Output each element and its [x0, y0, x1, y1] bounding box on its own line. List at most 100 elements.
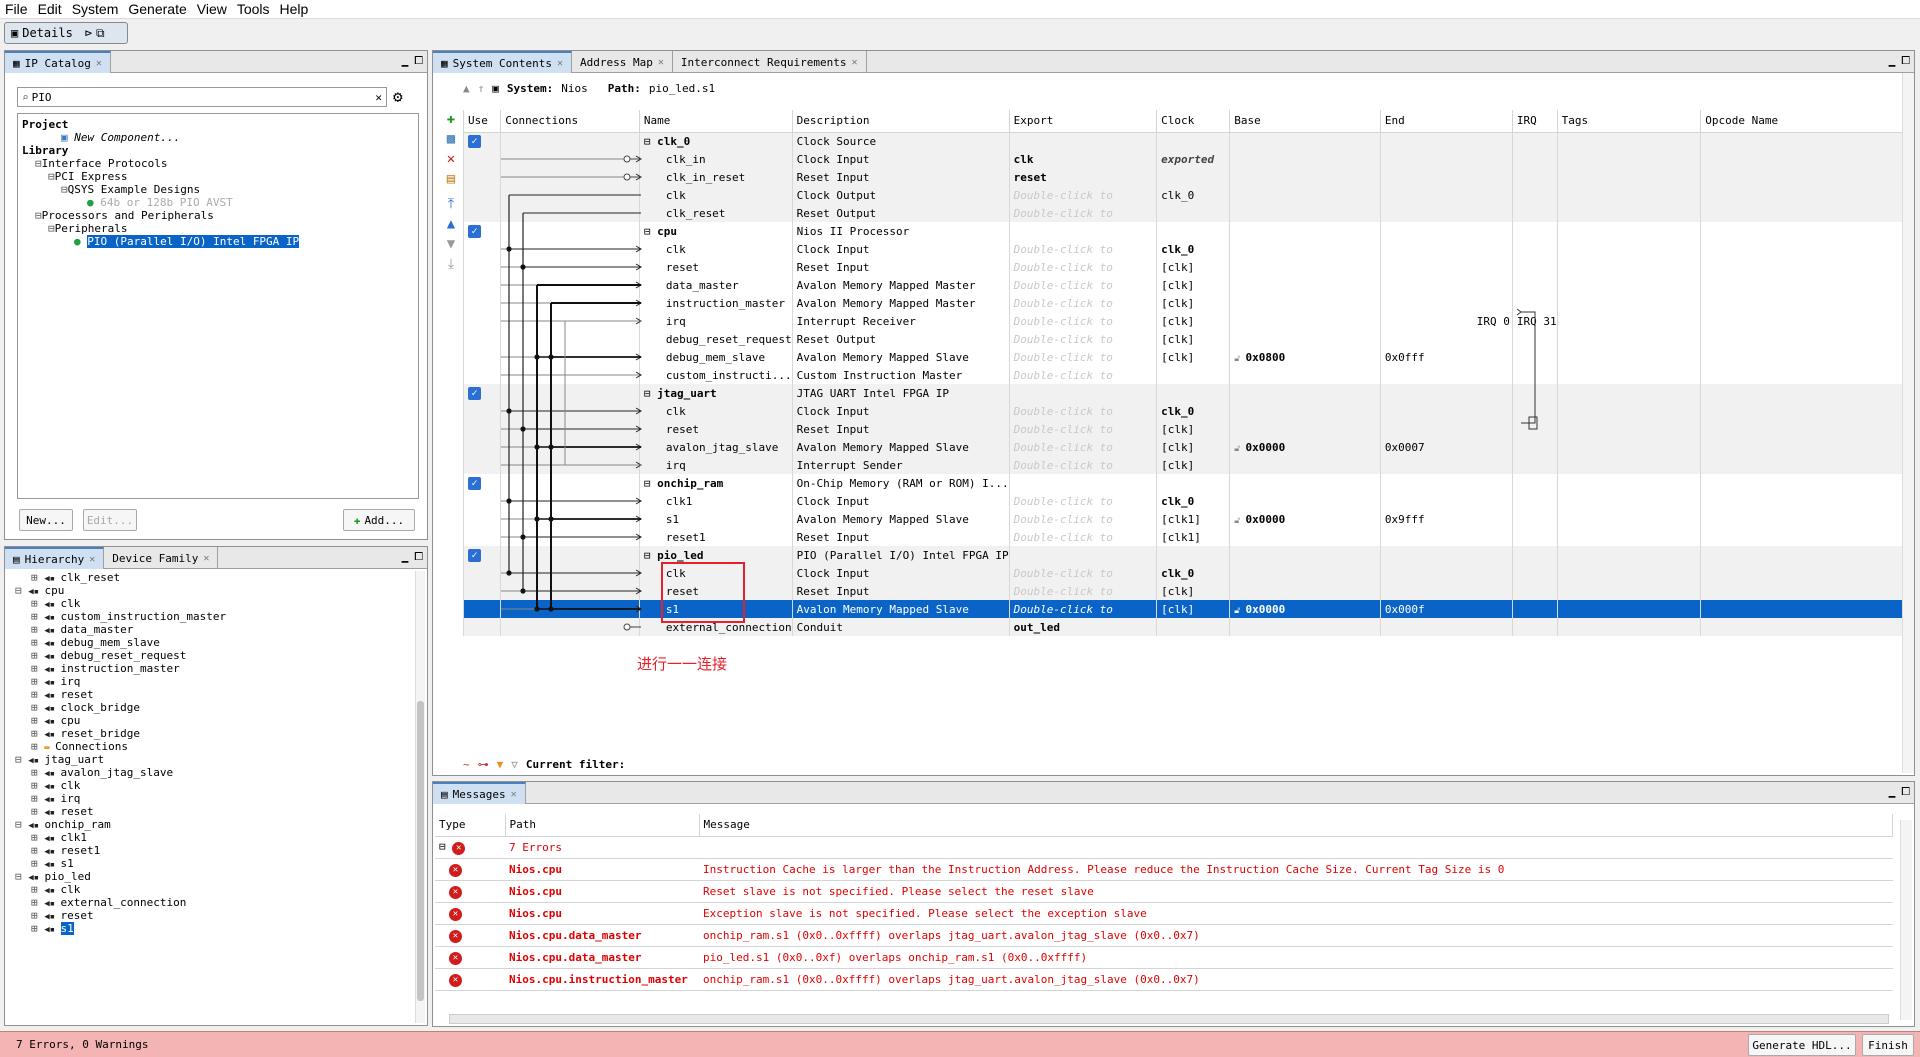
- close-icon[interactable]: ✕: [511, 789, 517, 800]
- name-cell[interactable]: external_connection: [638, 618, 793, 636]
- export-cell[interactable]: Double-click to: [1008, 582, 1158, 600]
- tags-cell[interactable]: [1556, 222, 1702, 240]
- expand-icon[interactable]: ⊞: [31, 740, 44, 753]
- irq-cell[interactable]: [1511, 258, 1558, 276]
- irq-cell[interactable]: [1511, 528, 1558, 546]
- clock-cell[interactable]: [1156, 132, 1231, 150]
- tags-cell[interactable]: [1556, 204, 1702, 222]
- table-row[interactable]: clk_in_reset Reset Input reset: [462, 168, 1911, 186]
- opcode-cell[interactable]: [1700, 564, 1911, 582]
- hierarchy-item[interactable]: ⊞ ◀▪ external_connection: [31, 896, 186, 909]
- tags-cell[interactable]: [1556, 348, 1702, 366]
- hierarchy-item[interactable]: ⊞ ◀▪ reset_bridge: [31, 727, 140, 740]
- menu-item-help[interactable]: Help: [275, 1, 314, 17]
- tags-cell[interactable]: [1556, 240, 1702, 258]
- connections-cell[interactable]: [500, 312, 640, 330]
- close-icon[interactable]: ✕: [89, 554, 95, 565]
- clock-cell[interactable]: [1156, 384, 1231, 402]
- ip-tree-item[interactable]: ⊟PCI Express: [48, 170, 127, 183]
- export-cell[interactable]: [1008, 546, 1158, 564]
- tags-cell[interactable]: [1556, 276, 1702, 294]
- clock-cell[interactable]: [clk]: [1156, 312, 1231, 330]
- expand-icon[interactable]: ⊟: [48, 222, 55, 235]
- expand-icon[interactable]: ⊞: [31, 844, 44, 857]
- maximize-icon[interactable]: ⧠: [414, 54, 423, 68]
- tab-system-contents[interactable]: ▦ System Contents ✕: [433, 51, 572, 73]
- tab-address-map[interactable]: Address Map ✕: [572, 51, 673, 73]
- base-cell[interactable]: 🔓︎ 0x0000: [1229, 600, 1381, 618]
- expand-icon[interactable]: ⊟: [35, 209, 42, 222]
- export-cell[interactable]: Double-click to: [1008, 438, 1158, 456]
- name-cell[interactable]: irq: [638, 312, 793, 330]
- hierarchy-item[interactable]: ⊞ ◀▪ s1: [31, 857, 74, 870]
- expand-icon[interactable]: ⊞: [31, 909, 44, 922]
- use-cell[interactable]: [462, 600, 502, 618]
- table-row[interactable]: custom_instructi... Custom Instruction Ma…: [462, 366, 1911, 384]
- table-row[interactable]: s1 Avalon Memory Mapped Slave Double-click…: [462, 600, 1911, 618]
- connections-cell[interactable]: [500, 438, 640, 456]
- tags-cell[interactable]: [1556, 456, 1702, 474]
- clock-cell[interactable]: [1156, 618, 1231, 636]
- expand-icon[interactable]: ⊞: [31, 571, 44, 584]
- tags-cell[interactable]: [1556, 438, 1702, 456]
- clock-cell[interactable]: [1156, 204, 1231, 222]
- hierarchy-item[interactable]: ⊞ ◀▪ reset: [31, 909, 94, 922]
- irq-cell[interactable]: [1511, 510, 1558, 528]
- base-cell[interactable]: [1229, 582, 1381, 600]
- base-cell[interactable]: 🔓︎ 0x0000: [1229, 510, 1381, 528]
- use-cell[interactable]: [462, 258, 502, 276]
- move-up-icon[interactable]: ▲: [443, 216, 459, 232]
- irq-cell[interactable]: [1511, 600, 1558, 618]
- clock-cell[interactable]: clk_0: [1156, 564, 1231, 582]
- settings-icon[interactable]: ⚙: [393, 87, 403, 106]
- generate-hdl-button[interactable]: Generate HDL...: [1748, 1034, 1856, 1056]
- use-cell[interactable]: [462, 312, 502, 330]
- clock-cell[interactable]: [1156, 474, 1231, 492]
- connections-cell[interactable]: [500, 222, 640, 240]
- base-cell[interactable]: [1229, 402, 1381, 420]
- tab-messages[interactable]: ▤ Messages ✕: [433, 782, 526, 804]
- base-cell[interactable]: [1229, 294, 1381, 312]
- expand-icon[interactable]: ⊞: [31, 597, 44, 610]
- base-cell[interactable]: 🔓︎ 0x0000: [1229, 438, 1381, 456]
- name-cell[interactable]: debug_mem_slave: [638, 348, 793, 366]
- column-header-tags[interactable]: Tags: [1556, 110, 1702, 133]
- export-cell[interactable]: Double-click to: [1008, 402, 1158, 420]
- ip-tree-item[interactable]: ⊟Processors and Peripherals: [35, 209, 214, 222]
- base-cell[interactable]: [1229, 312, 1381, 330]
- expand-icon[interactable]: ⊞: [31, 675, 44, 688]
- column-header-use[interactable]: Use: [462, 110, 502, 133]
- edit-button[interactable]: Edit...: [83, 509, 137, 531]
- use-cell[interactable]: [462, 276, 502, 294]
- properties-icon[interactable]: ▤: [443, 171, 459, 187]
- column-header-end[interactable]: End: [1379, 110, 1513, 133]
- expand-icon[interactable]: ⊟: [15, 584, 28, 597]
- use-cell[interactable]: ✓: [462, 384, 502, 402]
- expand-icon[interactable]: ⊞: [31, 922, 44, 935]
- table-row[interactable]: data_master Avalon Memory Mapped Master Do…: [462, 276, 1911, 294]
- opcode-cell[interactable]: [1700, 600, 1911, 618]
- name-cell[interactable]: clk_reset: [638, 204, 793, 222]
- opcode-cell[interactable]: [1700, 366, 1911, 384]
- export-cell[interactable]: Double-click to: [1008, 492, 1158, 510]
- hierarchy-item[interactable]: ⊞ ◀▪ avalon_jtag_slave: [31, 766, 173, 779]
- close-icon[interactable]: ✕: [658, 57, 664, 68]
- base-cell[interactable]: [1229, 420, 1381, 438]
- remove-icon[interactable]: ✕: [443, 151, 459, 167]
- connections-cell[interactable]: [500, 600, 640, 618]
- lock-icon[interactable]: 🔓︎: [1234, 516, 1245, 526]
- use-checkbox[interactable]: ✓: [468, 549, 481, 562]
- opcode-cell[interactable]: [1700, 186, 1911, 204]
- hierarchy-item[interactable]: ⊞ ◀▪ clk: [31, 883, 80, 896]
- connections-cell[interactable]: [500, 168, 640, 186]
- use-cell[interactable]: ✓: [462, 474, 502, 492]
- use-cell[interactable]: [462, 240, 502, 258]
- table-row[interactable]: ✓ ⊟ clk_0 Clock Source: [462, 132, 1911, 150]
- collapse-icon[interactable]: ⊟: [644, 387, 657, 400]
- move-bottom-icon[interactable]: ⤓: [443, 256, 459, 272]
- opcode-cell[interactable]: [1700, 420, 1911, 438]
- hierarchy-item[interactable]: ⊞ ◀▪ clock_bridge: [31, 701, 140, 714]
- message-row[interactable]: ✕ Nios.cpu.instruction_master onchip_ram.s…: [435, 968, 1893, 991]
- name-cell[interactable]: s1: [638, 600, 793, 618]
- export-cell[interactable]: Double-click to: [1008, 528, 1158, 546]
